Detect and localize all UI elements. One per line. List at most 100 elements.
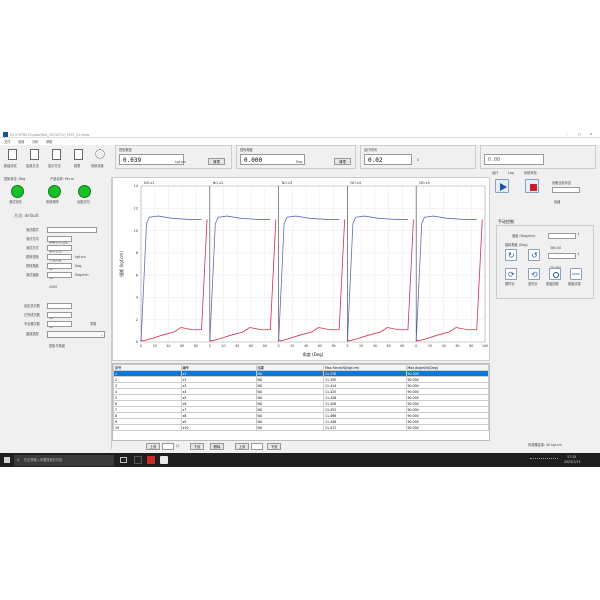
x-tick-label: 40 — [373, 344, 377, 348]
rotate-ccw-icon: ↺ — [531, 251, 538, 260]
curve-type-select[interactable]: 扭矩与角度 ⌄ — [47, 331, 105, 348]
report-button[interactable]: 报表 — [70, 147, 88, 171]
menu-help[interactable]: 帮助 — [46, 140, 52, 144]
x-tick-label: 20 — [222, 344, 226, 348]
angle-home-button[interactable] — [549, 268, 561, 280]
twist-torque-field[interactable]: 10 — [47, 254, 72, 271]
action-label: 顺时针 — [505, 282, 515, 286]
windows-start-icon[interactable] — [4, 457, 10, 463]
field-label: 测试模式 — [26, 228, 39, 232]
speed-field[interactable]: 360.00 — [548, 233, 576, 250]
manual-control-box — [496, 225, 594, 299]
title-bar: V3.0 MTBS D:\data\Test_20230712_TEST_01.… — [0, 131, 600, 138]
menu-settings[interactable]: 设置 — [18, 140, 24, 144]
action-label: 角度清零 — [568, 282, 581, 286]
x-tick-label: 0 — [346, 344, 348, 348]
x-tick-label: 100 — [482, 344, 488, 348]
counterclockwise-button[interactable]: ⟲ — [528, 268, 540, 280]
home-target-icon — [553, 272, 559, 278]
table-cell: 11.472 — [323, 424, 407, 431]
clockwise-button[interactable]: ⟳ — [505, 268, 517, 280]
clock-time: 17:15 — [567, 454, 577, 459]
sensor-capacity: 传感器容量: 40 kgf.cm — [528, 443, 562, 447]
rotate-angle-field[interactable]: 25.000 — [548, 253, 576, 270]
stop-button[interactable] — [525, 179, 539, 193]
close-icon[interactable]: × — [590, 132, 593, 136]
x-tick-label: 20 — [290, 344, 294, 348]
y-tick-label: 10 — [134, 229, 138, 233]
maximize-icon[interactable]: □ — [578, 132, 581, 136]
method-label: 方法: default — [14, 213, 39, 218]
prev-page-button-right[interactable]: 上页 — [235, 443, 249, 450]
reset-button[interactable]: 重置 — [90, 322, 96, 326]
new-test-button[interactable]: 新建测试 — [4, 147, 22, 171]
test-method-field[interactable]: 下限判定 — [47, 245, 72, 262]
y-tick-label: 0 — [136, 340, 138, 344]
table-cell: 10 — [113, 424, 182, 431]
delete-button[interactable]: 删除 — [210, 443, 224, 450]
left-panel: 扭矩单位: Deg 产品名称: Per-m 测试状态 系统故障 功能方向 方法:… — [0, 177, 112, 449]
panel-label: NO.x4 — [350, 181, 361, 185]
angle-rot-label: 旋转角度 (Deg) — [505, 243, 528, 247]
time-unit: S — [417, 158, 420, 162]
clear-icon: 0000 — [572, 272, 580, 276]
field-label: 测试方式 — [26, 246, 39, 250]
app-icon[interactable] — [147, 456, 155, 464]
x-tick-label: 40 — [304, 344, 308, 348]
x-tick-label: 0 — [140, 344, 142, 348]
table-row[interactable]: 10 x10 NG 11.472 90.000 — [113, 424, 489, 431]
play-button[interactable] — [495, 179, 509, 193]
counter-label: 设定总次数 — [24, 304, 40, 308]
y-tick-label: 8 — [136, 251, 138, 255]
x-tick-label: 60 — [455, 344, 459, 348]
twist-angle-field[interactable]: 90 — [47, 263, 72, 280]
angle-clear-button[interactable]: 0000 — [570, 268, 582, 280]
test-mode-field[interactable]: 屏幕有效扭矩 — [47, 227, 97, 244]
minimize-icon[interactable]: – — [566, 132, 568, 136]
field-unit: Deg/min — [75, 273, 89, 277]
show-method-button[interactable]: 显示方法 — [48, 147, 66, 171]
app-icon[interactable] — [134, 456, 142, 464]
rotate-cw-small-button[interactable]: ↻ — [505, 249, 517, 261]
taskbar-search[interactable]: ⚲ 在这里输入你要搜索的内容 — [14, 454, 114, 466]
next-page-button-right[interactable]: 下页 — [267, 443, 281, 450]
spin-up-icon[interactable]: ⇕ — [577, 252, 580, 256]
spin-up-icon[interactable]: ⇕ — [577, 232, 580, 236]
page-field[interactable]: 1 — [162, 443, 174, 460]
clockwise-icon: ⟳ — [508, 270, 515, 279]
x-tick-label: 80 — [400, 344, 404, 348]
load-file-icon — [30, 149, 39, 160]
x-tick-label: 80 — [332, 344, 336, 348]
test-direction-field[interactable]: 顺时针扭 — [47, 236, 72, 253]
x-tick-label: 60 — [180, 344, 184, 348]
torque-zero-button[interactable]: 清零 — [208, 158, 225, 165]
prev-page-button[interactable]: 上页 — [146, 443, 160, 450]
load-method-button[interactable]: 加载方法 — [26, 147, 44, 171]
next-page-button[interactable]: 下页 — [190, 443, 204, 450]
total-count-field[interactable]: 10 — [47, 303, 72, 320]
menu-file[interactable]: 文件 — [4, 140, 10, 144]
led-label: 系统故障 — [46, 200, 59, 204]
field-value: 2000 — [49, 285, 58, 289]
toolbar: 新建测试 加载方法 显示方法 报表 系统设置 — [0, 145, 112, 177]
tab-log[interactable]: Log — [508, 171, 514, 175]
new-file-icon — [8, 149, 17, 160]
product-status-label: 产品名称: Per-m — [50, 177, 74, 181]
tab-system-status[interactable]: 系统状态 — [524, 171, 537, 175]
curve-type-value: 扭矩与角度 — [49, 344, 65, 348]
rotate-ccw-small-button[interactable]: ↺ — [528, 249, 540, 261]
angle-zero-button[interactable]: 清零 — [334, 158, 351, 165]
panel-label: NO.x3 — [282, 181, 293, 185]
y-tick-label: 14 — [134, 184, 139, 188]
tab-run[interactable]: 运行 — [492, 171, 498, 175]
task-view-icon[interactable] — [120, 457, 127, 463]
app-icon[interactable] — [160, 456, 168, 464]
system-settings-button[interactable]: 系统设置 — [91, 147, 109, 171]
menu-analysis[interactable]: 分析 — [32, 140, 38, 144]
gear-icon — [95, 149, 105, 159]
x-tick-label: 60 — [249, 344, 253, 348]
extra-value-box: 0.00 — [484, 154, 544, 165]
page-field-right[interactable]: 1 — [251, 443, 263, 460]
device-status-value: 就绪 — [554, 200, 561, 204]
test-speed-field[interactable]: 2000 — [47, 272, 72, 289]
